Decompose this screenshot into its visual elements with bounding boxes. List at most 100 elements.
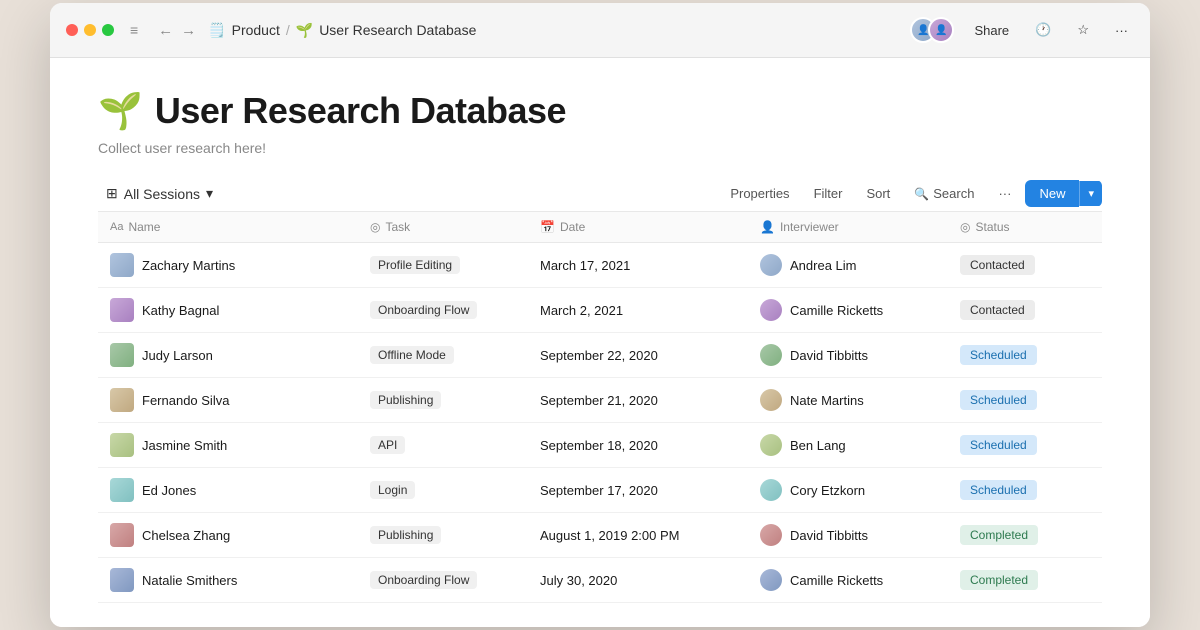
cell-name: Ed Jones: [98, 468, 358, 512]
interviewer-col-icon: 👤: [760, 220, 775, 234]
table-row[interactable]: Ed Jones Login September 17, 2020 Cory E…: [98, 468, 1102, 513]
interviewer-avatar: [760, 434, 782, 456]
task-tag: Onboarding Flow: [370, 571, 477, 589]
history-button[interactable]: 🕐: [1029, 18, 1057, 42]
bookmark-button[interactable]: ☆: [1071, 18, 1095, 42]
cell-task: Onboarding Flow: [358, 288, 528, 332]
menu-icon[interactable]: ≡: [126, 20, 142, 40]
share-button[interactable]: Share: [968, 19, 1015, 42]
back-button[interactable]: ←: [158, 22, 173, 39]
page-subtitle: Collect user research here!: [98, 140, 1102, 156]
collaborators: 👤 👤: [910, 17, 954, 43]
cell-task: Offline Mode: [358, 333, 528, 377]
table-row[interactable]: Natalie Smithers Onboarding Flow July 30…: [98, 558, 1102, 603]
more-options-button[interactable]: ···: [1109, 19, 1134, 42]
col-header-status: ◎ Status: [948, 212, 1108, 242]
breadcrumb-current[interactable]: User Research Database: [319, 22, 476, 38]
close-button[interactable]: [66, 24, 78, 36]
cell-name: Natalie Smithers: [98, 558, 358, 602]
cell-name: Fernando Silva: [98, 378, 358, 422]
cell-task: Onboarding Flow: [358, 558, 528, 602]
interviewer-avatar: [760, 344, 782, 366]
table-row[interactable]: Zachary Martins Profile Editing March 17…: [98, 243, 1102, 288]
breadcrumb-current-icon: 🌱: [296, 22, 313, 39]
cell-task: API: [358, 423, 528, 467]
col-header-date: 📅 Date: [528, 212, 748, 242]
table-header: Aa Name ◎ Task 📅 Date 👤 Interviewer ◎: [98, 212, 1102, 243]
cell-task: Publishing: [358, 513, 528, 557]
cell-date: September 21, 2020: [528, 378, 748, 422]
new-button-chevron[interactable]: ▾: [1079, 181, 1102, 206]
table-row[interactable]: Chelsea Zhang Publishing August 1, 2019 …: [98, 513, 1102, 558]
grid-icon: ⊞: [106, 185, 118, 202]
interviewer-avatar: [760, 569, 782, 591]
person-avatar: [110, 433, 134, 457]
sort-button[interactable]: Sort: [856, 181, 900, 206]
cell-date: March 2, 2021: [528, 288, 748, 332]
cell-name: Judy Larson: [98, 333, 358, 377]
main-content: 🌱 User Research Database Collect user re…: [50, 58, 1150, 627]
cell-name: Kathy Bagnal: [98, 288, 358, 332]
status-badge: Scheduled: [960, 435, 1037, 455]
cell-status: Completed: [948, 513, 1108, 557]
cell-date: September 18, 2020: [528, 423, 748, 467]
cell-interviewer: Camille Ricketts: [748, 288, 948, 332]
sort-label: Sort: [866, 186, 890, 201]
breadcrumb: 🗒️ Product / 🌱 User Research Database: [208, 22, 476, 39]
cell-date: September 22, 2020: [528, 333, 748, 377]
more-toolbar-button[interactable]: ···: [988, 181, 1021, 206]
data-table: Aa Name ◎ Task 📅 Date 👤 Interviewer ◎: [98, 211, 1102, 603]
status-col-icon: ◎: [960, 220, 970, 234]
breadcrumb-parent-icon: 🗒️: [208, 22, 225, 39]
breadcrumb-separator: /: [286, 22, 290, 38]
view-selector[interactable]: ⊞ All Sessions ▾: [98, 181, 221, 206]
cell-status: Scheduled: [948, 468, 1108, 512]
cell-status: Scheduled: [948, 423, 1108, 467]
titlebar-right: 👤 👤 Share 🕐 ☆ ···: [910, 17, 1134, 43]
nav-buttons: ← →: [158, 22, 196, 39]
table-body: Zachary Martins Profile Editing March 17…: [98, 243, 1102, 603]
status-badge: Scheduled: [960, 345, 1037, 365]
forward-button[interactable]: →: [181, 22, 196, 39]
cell-date: March 17, 2021: [528, 243, 748, 287]
app-window: ≡ ← → 🗒️ Product / 🌱 User Research Datab…: [50, 3, 1150, 627]
minimize-button[interactable]: [84, 24, 96, 36]
cell-name: Zachary Martins: [98, 243, 358, 287]
cell-interviewer: David Tibbitts: [748, 333, 948, 377]
table-row[interactable]: Fernando Silva Publishing September 21, …: [98, 378, 1102, 423]
task-tag: Publishing: [370, 391, 441, 409]
toolbar: ⊞ All Sessions ▾ Properties Filter Sort …: [98, 180, 1102, 207]
cell-task: Login: [358, 468, 528, 512]
search-button[interactable]: 🔍 Search: [904, 181, 984, 206]
interviewer-avatar: [760, 254, 782, 276]
task-tag: Onboarding Flow: [370, 301, 477, 319]
collaborator-avatar-2: 👤: [928, 17, 954, 43]
page-emoji: 🌱: [98, 90, 143, 132]
date-col-icon: 📅: [540, 220, 555, 234]
task-tag: Offline Mode: [370, 346, 454, 364]
task-tag: Profile Editing: [370, 256, 460, 274]
table-row[interactable]: Kathy Bagnal Onboarding Flow March 2, 20…: [98, 288, 1102, 333]
new-button[interactable]: New: [1025, 180, 1079, 207]
person-avatar: [110, 388, 134, 412]
breadcrumb-parent[interactable]: Product: [232, 22, 280, 38]
filter-button[interactable]: Filter: [804, 181, 853, 206]
cell-task: Publishing: [358, 378, 528, 422]
col-header-task: ◎ Task: [358, 212, 528, 242]
cell-date: September 17, 2020: [528, 468, 748, 512]
col-header-name: Aa Name: [98, 212, 358, 242]
table-row[interactable]: Jasmine Smith API September 18, 2020 Ben…: [98, 423, 1102, 468]
cell-interviewer: Camille Ricketts: [748, 558, 948, 602]
maximize-button[interactable]: [102, 24, 114, 36]
person-avatar: [110, 253, 134, 277]
more-icon: ···: [998, 186, 1011, 201]
cell-interviewer: Andrea Lim: [748, 243, 948, 287]
view-label: All Sessions: [124, 186, 200, 202]
interviewer-avatar: [760, 524, 782, 546]
status-badge: Scheduled: [960, 480, 1037, 500]
cell-interviewer: Ben Lang: [748, 423, 948, 467]
table-row[interactable]: Judy Larson Offline Mode September 22, 2…: [98, 333, 1102, 378]
person-avatar: [110, 568, 134, 592]
properties-button[interactable]: Properties: [720, 181, 799, 206]
page-title: User Research Database: [155, 90, 566, 132]
